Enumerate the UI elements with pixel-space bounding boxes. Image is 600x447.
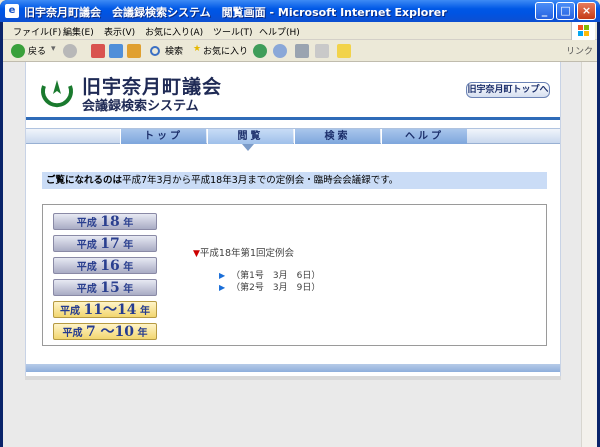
year-prefix: 平成: [62, 328, 83, 339]
notice-lead: ご覧になれるのは: [46, 175, 123, 186]
year-button-h18[interactable]: 平成 18 年: [53, 213, 157, 230]
menu-favorites[interactable]: お気に入り(A): [145, 25, 203, 38]
menu-file[interactable]: ファイル(F): [13, 25, 61, 38]
minimize-button[interactable]: _: [535, 2, 554, 20]
favorites-icon[interactable]: ★: [193, 44, 201, 54]
browser-window: e 旧宇奈月町議会 会議録検索システム 閲覧画面 - Microsoft Int…: [0, 0, 600, 447]
refresh-icon[interactable]: [109, 44, 123, 58]
back-dropdown-icon[interactable]: ▾: [51, 44, 56, 54]
main-nav: トップ 閲覧 検索 ヘルプ: [26, 128, 560, 144]
nav-tab-top[interactable]: トップ: [120, 129, 206, 144]
web-page: 旧宇奈月町議会 会議録検索システム 旧宇奈月町トップへ トップ 閲覧 検索 ヘル…: [25, 62, 561, 376]
nav-tab-search[interactable]: 検索: [294, 129, 380, 144]
browser-viewport: 旧宇奈月町議会 会議録検索システム 旧宇奈月町トップへ トップ 閲覧 検索 ヘル…: [3, 62, 597, 447]
forward-icon[interactable]: [63, 44, 77, 58]
year-suffix: 年: [137, 328, 148, 339]
year-number: 16: [100, 258, 120, 274]
year-number: 18: [100, 214, 120, 230]
town-top-link[interactable]: 旧宇奈月町トップへ: [466, 82, 550, 98]
year-prefix: 平成: [76, 284, 97, 295]
town-emblem-icon: [41, 80, 73, 108]
stop-icon[interactable]: [91, 44, 105, 58]
maximize-button[interactable]: □: [556, 2, 575, 20]
year-prefix: 平成: [60, 306, 81, 317]
search-button[interactable]: 検索: [165, 44, 183, 57]
year-suffix: 年: [139, 306, 150, 317]
page-shadow: [25, 376, 561, 380]
folder-icon[interactable]: [337, 44, 351, 58]
year-button-h17[interactable]: 平成 17 年: [53, 235, 157, 252]
menu-view[interactable]: 表示(V): [104, 25, 135, 38]
session-heading[interactable]: ▼平成18年第1回定例会: [193, 245, 294, 259]
nav-tab-help[interactable]: ヘルプ: [381, 129, 467, 144]
year-number: 15: [100, 280, 120, 296]
year-button-h11-14[interactable]: 平成 11～14 年: [53, 301, 157, 318]
mail-icon[interactable]: [273, 44, 287, 58]
menu-help[interactable]: ヘルプ(H): [259, 25, 300, 38]
print-icon[interactable]: [295, 44, 309, 58]
menu-bar: ファイル(F) 編集(E) 表示(V) お気に入り(A) ツール(T) ヘルプ(…: [3, 22, 597, 40]
edit-icon[interactable]: [315, 44, 329, 58]
search-icon[interactable]: [150, 46, 160, 56]
year-button-h7-10[interactable]: 平成 7 ～10 年: [53, 323, 157, 340]
year-button-h16[interactable]: 平成 16 年: [53, 257, 157, 274]
menu-edit[interactable]: 編集(E): [63, 25, 94, 38]
history-icon[interactable]: [253, 44, 267, 58]
back-icon[interactable]: [11, 44, 25, 58]
active-tab-pointer-icon: [242, 144, 254, 151]
links-button[interactable]: リンク: [566, 44, 593, 57]
year-suffix: 年: [123, 240, 134, 251]
vertical-scrollbar[interactable]: [581, 62, 597, 447]
year-number: 11～14: [83, 302, 137, 318]
year-number: 7 ～10: [85, 324, 135, 340]
notice-text: 平成7年3月から平成18年3月までの定例会・臨時会会議録です。: [122, 175, 399, 186]
year-prefix: 平成: [76, 240, 97, 251]
ie-icon: e: [5, 4, 19, 18]
site-subtitle: 会議録検索システム: [82, 99, 199, 114]
year-number: 17: [100, 236, 120, 252]
year-prefix: 平成: [76, 218, 97, 229]
year-suffix: 年: [123, 218, 134, 229]
page-footer-band: [26, 364, 560, 372]
site-header: 旧宇奈月町議会 会議録検索システム 旧宇奈月町トップへ: [26, 62, 560, 120]
year-prefix: 平成: [76, 262, 97, 273]
year-button-h15[interactable]: 平成 15 年: [53, 279, 157, 296]
favorites-button[interactable]: お気に入り: [203, 44, 248, 57]
browser-toolbar: 戻る ▾ 検索 ★ お気に入り リンク: [3, 40, 597, 62]
issue-link-2[interactable]: ▶ （第2号 3月 9日）: [219, 280, 320, 293]
menu-tools[interactable]: ツール(T): [213, 25, 253, 38]
year-suffix: 年: [123, 284, 134, 295]
play-arrow-icon: ▶: [219, 271, 226, 280]
back-button[interactable]: 戻る: [28, 44, 46, 57]
play-arrow-icon: ▶: [219, 283, 226, 292]
records-panel: 平成 18 年 平成 17 年 平成 16 年 平成 15 年 平成 11～14…: [42, 204, 547, 346]
nav-tab-browse[interactable]: 閲覧: [207, 129, 293, 144]
title-bar[interactable]: e 旧宇奈月町議会 会議録検索システム 閲覧画面 - Microsoft Int…: [0, 0, 600, 22]
home-icon[interactable]: [127, 44, 141, 58]
availability-notice: ご覧になれるのは平成7年3月から平成18年3月までの定例会・臨時会会議録です。: [42, 172, 547, 189]
expand-triangle-icon: ▼: [193, 249, 200, 259]
issue-label: （第2号 3月 9日）: [231, 283, 321, 293]
windows-logo-icon: [571, 22, 595, 40]
session-title: 平成18年第1回定例会: [199, 248, 295, 259]
window-title: 旧宇奈月町議会 会議録検索システム 閲覧画面 - Microsoft Inter…: [24, 6, 447, 19]
close-button[interactable]: ×: [577, 2, 596, 20]
year-suffix: 年: [123, 262, 134, 273]
